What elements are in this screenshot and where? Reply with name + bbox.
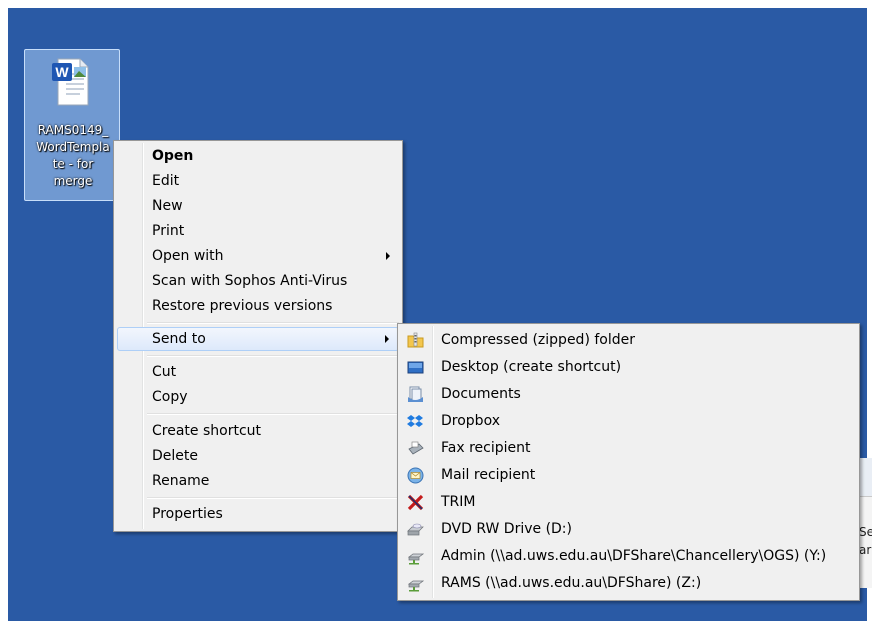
- menu-item-label: Cut: [152, 364, 177, 380]
- sendto-item-label: Admin (\\ad.uws.edu.au\DFShare\Chancelle…: [441, 548, 827, 564]
- documents-icon: [408, 386, 423, 402]
- menu-item-label: Open with: [152, 248, 224, 264]
- menu-item-label: New: [152, 198, 183, 214]
- sendto-item-label: Documents: [441, 386, 521, 402]
- menu-item-label: Copy: [152, 389, 188, 405]
- menu-item-create-shortcut[interactable]: Create shortcut: [117, 419, 399, 443]
- network-drive-icon: [407, 553, 424, 565]
- word-document-icon: W: [52, 58, 89, 106]
- sendto-item-label: Fax recipient: [441, 440, 531, 456]
- desktop-icon: [407, 361, 424, 374]
- submenu-arrow-icon: [386, 252, 390, 260]
- submenu-arrow-icon: [385, 335, 389, 343]
- mail-icon: [407, 467, 424, 484]
- fax-icon: [408, 441, 424, 455]
- sendto-item-rams-drive[interactable]: RAMS (\\ad.uws.edu.au\DFShare) (Z:): [401, 570, 856, 597]
- sendto-item-admin-drive[interactable]: Admin (\\ad.uws.edu.au\DFShare\Chancelle…: [401, 543, 856, 570]
- trim-icon: [407, 494, 424, 511]
- sendto-item-dropbox[interactable]: Dropbox: [401, 408, 856, 435]
- menu-item-cut[interactable]: Cut: [117, 360, 399, 384]
- menu-item-label: Print: [152, 223, 185, 239]
- file-name-label: RAMS0149_ WordTempla te - for merge: [36, 123, 110, 188]
- sendto-item-label: TRIM: [441, 494, 476, 510]
- send-to-submenu: Compressed (zipped) folder Desktop (crea…: [397, 323, 860, 601]
- menu-separator: [147, 413, 399, 415]
- menu-item-send-to[interactable]: Send to: [117, 327, 399, 351]
- menu-separator: [147, 497, 399, 499]
- sendto-item-label: DVD RW Drive (D:): [441, 521, 572, 537]
- sendto-item-label: Desktop (create shortcut): [441, 359, 622, 375]
- menu-separator: [147, 322, 399, 324]
- sendto-item-compressed-folder[interactable]: Compressed (zipped) folder: [401, 327, 856, 354]
- dvd-drive-icon: [407, 523, 424, 536]
- sendto-item-desktop-shortcut[interactable]: Desktop (create shortcut): [401, 354, 856, 381]
- context-menu: Open Edit New Print Open with Scan with …: [113, 140, 403, 532]
- menu-item-properties[interactable]: Properties: [117, 502, 399, 526]
- menu-separator: [147, 355, 399, 357]
- menu-item-scan-sophos[interactable]: Scan with Sophos Anti-Virus: [117, 269, 399, 293]
- sendto-item-fax[interactable]: Fax recipient: [401, 435, 856, 462]
- menu-item-label: Properties: [152, 506, 223, 522]
- desktop-file-icon[interactable]: W RAMS0149_ WordTempla te - for merge: [24, 49, 120, 201]
- menu-item-label: Delete: [152, 448, 198, 464]
- menu-item-new[interactable]: New: [117, 194, 399, 218]
- menu-item-print[interactable]: Print: [117, 219, 399, 243]
- menu-item-label: Scan with Sophos Anti-Virus: [152, 273, 348, 289]
- sendto-item-trim[interactable]: TRIM: [401, 489, 856, 516]
- sendto-item-label: RAMS (\\ad.uws.edu.au\DFShare) (Z:): [441, 575, 702, 591]
- sendto-item-label: Compressed (zipped) folder: [441, 332, 635, 348]
- menu-item-label: Open: [152, 148, 194, 164]
- sendto-item-label: Dropbox: [441, 413, 500, 429]
- menu-item-open-with[interactable]: Open with: [117, 244, 399, 268]
- menu-item-edit[interactable]: Edit: [117, 169, 399, 193]
- network-drive-icon: [407, 580, 424, 592]
- background-window-text: ar: [859, 543, 872, 557]
- menu-item-rename[interactable]: Rename: [117, 469, 399, 493]
- menu-item-restore-versions[interactable]: Restore previous versions: [117, 294, 399, 318]
- zip-folder-icon: [407, 332, 424, 348]
- menu-item-copy[interactable]: Copy: [117, 385, 399, 409]
- menu-item-label: Create shortcut: [152, 423, 262, 439]
- menu-item-open[interactable]: Open: [117, 144, 399, 168]
- sendto-item-documents[interactable]: Documents: [401, 381, 856, 408]
- menu-item-label: Restore previous versions: [152, 298, 333, 314]
- sendto-item-dvd-drive[interactable]: DVD RW Drive (D:): [401, 516, 856, 543]
- background-window-text: Se: [859, 525, 872, 539]
- sendto-item-label: Mail recipient: [441, 467, 536, 483]
- menu-item-label: Rename: [152, 473, 210, 489]
- sendto-item-mail[interactable]: Mail recipient: [401, 462, 856, 489]
- menu-item-delete[interactable]: Delete: [117, 444, 399, 468]
- dropbox-icon: [407, 415, 423, 427]
- svg-text:W: W: [55, 64, 69, 80]
- menu-item-label: Edit: [152, 173, 180, 189]
- menu-item-label: Send to: [152, 331, 206, 347]
